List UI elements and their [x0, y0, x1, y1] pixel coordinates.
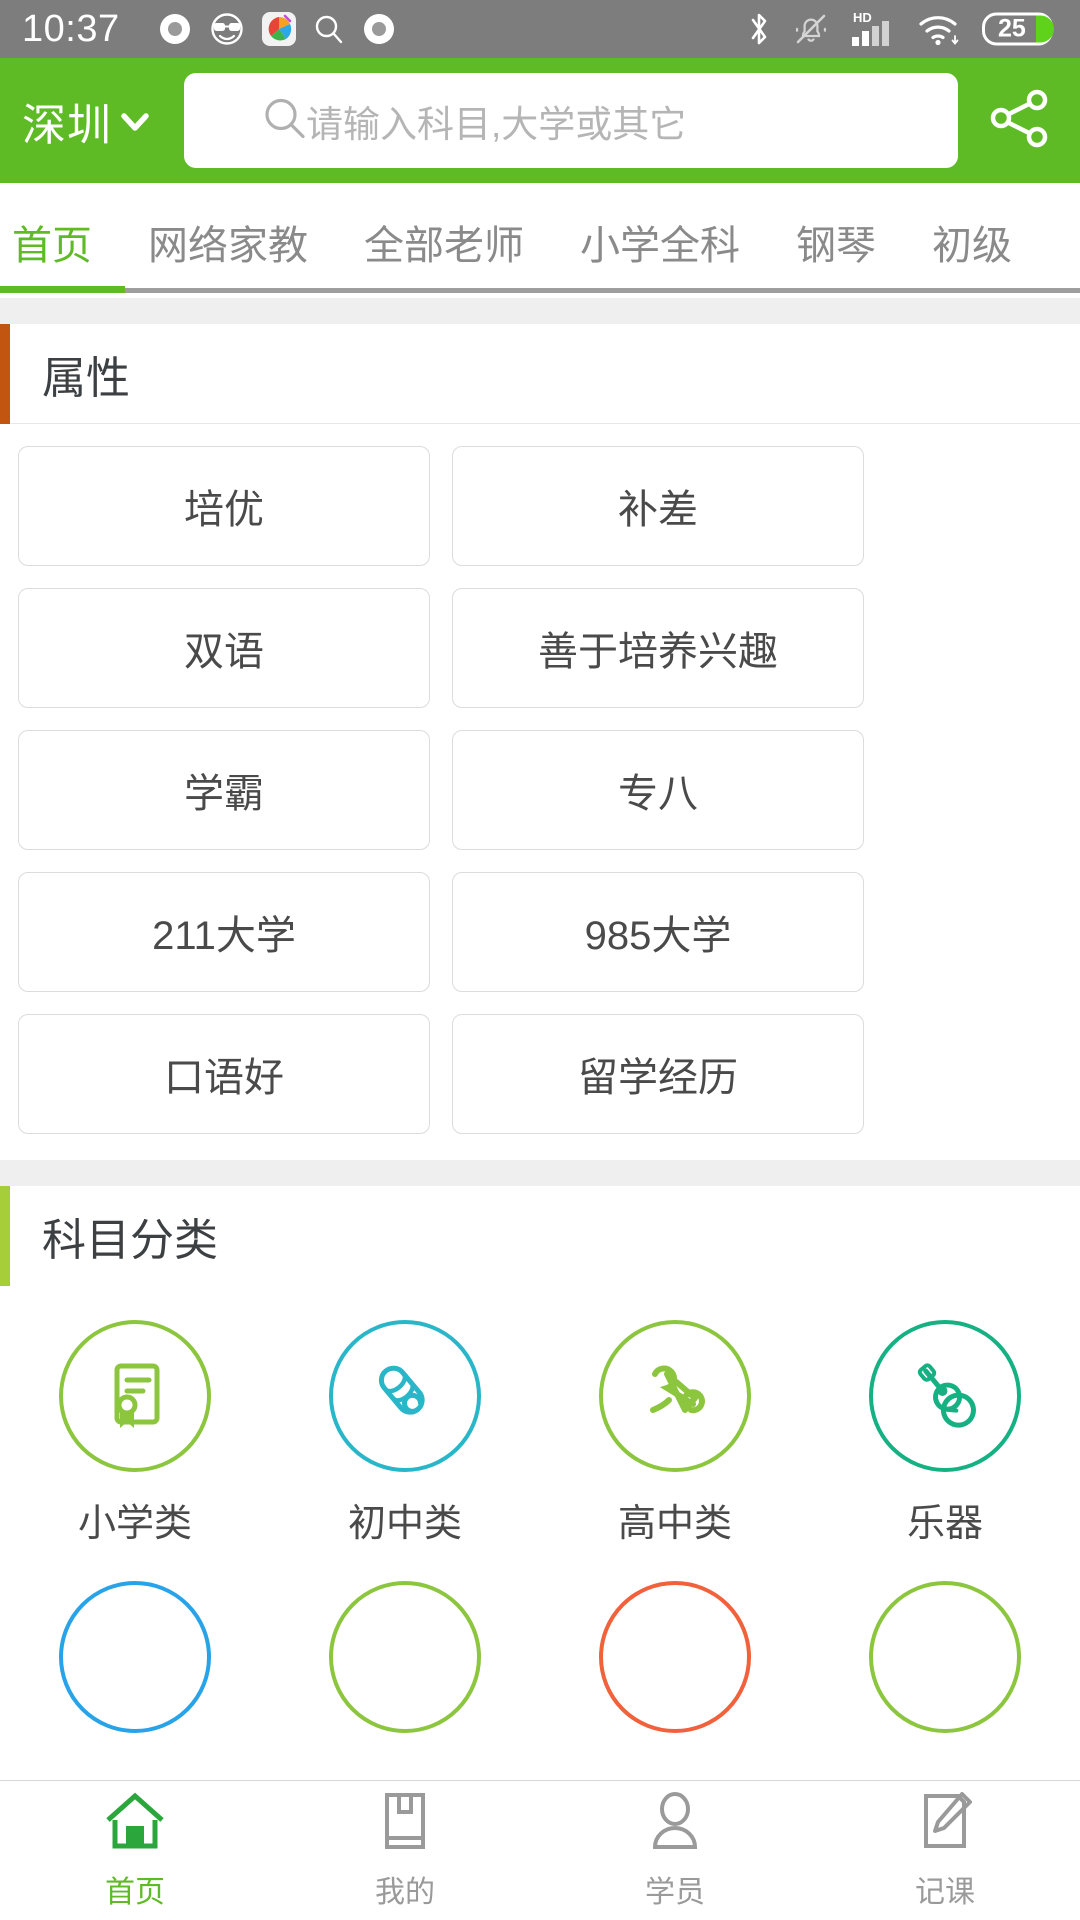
search-icon — [262, 95, 308, 146]
nav-item-mine[interactable]: 我的 — [270, 1790, 540, 1911]
status-bar-notification-icons — [158, 12, 396, 46]
category-icon-ring — [329, 1320, 481, 1472]
category-item-row2-1[interactable] — [0, 1581, 270, 1733]
mute-bell-icon — [792, 10, 830, 48]
category-icon-ring — [869, 1581, 1021, 1733]
battery-level-label: 25 — [998, 14, 1026, 43]
tab-all-teachers[interactable]: 全部老师 — [364, 213, 524, 293]
category-label: 初中类 — [347, 1503, 462, 1545]
app-root: 10:37 HD 25 深圳 请输入科目,大学或其它 首页 网络家教 全部老师 … — [0, 0, 1080, 1920]
book-icon — [375, 1790, 435, 1857]
status-bar-left: 10:37 — [22, 10, 396, 48]
section-divider — [0, 298, 1080, 324]
app-header: 深圳 请输入科目,大学或其它 — [0, 58, 1080, 183]
subject-category-grid[interactable]: 小学类 初中类 高中类 乐器 — [0, 1286, 1080, 1767]
category-label: 高中类 — [617, 1503, 732, 1545]
section-header-subject-categories: 科目分类 — [0, 1186, 1080, 1286]
section-title-attributes: 属性 — [42, 353, 130, 403]
attribute-chip[interactable]: 专八 — [452, 730, 864, 850]
city-selector[interactable]: 深圳 — [22, 89, 156, 153]
attribute-chip[interactable]: 211大学 — [18, 872, 430, 992]
attribute-chip[interactable]: 学霸 — [18, 730, 430, 850]
category-item-junior[interactable]: 初中类 — [270, 1320, 540, 1547]
attribute-chip-grid[interactable]: 培优 补差 双语 善于培养兴趣 学霸 专八 211大学 985大学 口语好 留学… — [0, 424, 1080, 1160]
sunglasses-face-icon — [209, 12, 245, 46]
search-input[interactable]: 请输入科目,大学或其它 — [306, 94, 686, 148]
search-icon — [313, 13, 345, 45]
tab-primary-all-subjects[interactable]: 小学全科 — [580, 213, 740, 293]
nav-label-record-class: 记课 — [915, 1876, 975, 1909]
bluetooth-icon — [746, 10, 772, 48]
category-label: 乐器 — [906, 1503, 983, 1545]
category-icon-ring — [329, 1581, 481, 1733]
section-header-attributes: 属性 — [0, 324, 1080, 424]
tab-beginner[interactable]: 初级 — [932, 213, 1012, 293]
status-bar: 10:37 HD 25 — [0, 0, 1080, 58]
chevron-down-icon — [114, 100, 156, 142]
category-icon-ring — [869, 1320, 1021, 1472]
graduation-scroll-icon — [633, 1352, 717, 1441]
nav-label-students: 学员 — [645, 1876, 705, 1909]
tab-online-tutoring[interactable]: 网络家教 — [148, 213, 308, 293]
category-item-row2-3[interactable] — [540, 1581, 810, 1733]
home-icon — [102, 1790, 168, 1857]
tab-home[interactable]: 首页 — [12, 213, 92, 293]
attribute-chip[interactable]: 口语好 — [18, 1014, 430, 1134]
note-pencil-icon — [914, 1790, 976, 1857]
city-label: 深圳 — [22, 100, 112, 150]
nav-label-home: 首页 — [105, 1876, 165, 1909]
section-accent-bar — [0, 324, 10, 424]
attribute-chip[interactable]: 985大学 — [452, 872, 864, 992]
section-divider — [0, 1160, 1080, 1186]
category-icon-ring — [599, 1320, 751, 1472]
section-title-subject-categories: 科目分类 — [42, 1216, 218, 1265]
attribute-chip[interactable]: 补差 — [452, 446, 864, 566]
tabbar-active-indicator — [0, 286, 125, 293]
section-accent-bar — [0, 1186, 10, 1286]
status-bar-clock: 10:37 — [22, 8, 120, 50]
scroll-rolled-icon — [363, 1352, 447, 1441]
guitar-icon — [903, 1352, 987, 1441]
category-item-instrument[interactable]: 乐器 — [810, 1320, 1080, 1547]
bottom-navigation-bar[interactable]: 首页 我的 学员 记课 — [0, 1780, 1080, 1920]
category-item-row2-2[interactable] — [270, 1581, 540, 1733]
tab-piano[interactable]: 钢琴 — [796, 213, 876, 293]
category-item-primary[interactable]: 小学类 — [0, 1320, 270, 1547]
main-scroll-content[interactable]: 属性 培优 补差 双语 善于培养兴趣 学霸 专八 211大学 985大学 口语好… — [0, 298, 1080, 1780]
wifi-icon — [918, 10, 962, 48]
category-icon-ring — [59, 1581, 211, 1733]
battery-indicator: 25 — [982, 9, 1058, 49]
attribute-chip[interactable]: 留学经历 — [452, 1014, 864, 1134]
nav-label-mine: 我的 — [375, 1876, 435, 1909]
status-bar-right: HD 25 — [746, 9, 1058, 49]
category-label: 小学类 — [77, 1503, 192, 1545]
share-button[interactable] — [980, 82, 1058, 159]
circle-record-icon — [362, 12, 396, 46]
colorful-app-icon — [261, 12, 296, 46]
attribute-chip[interactable]: 培优 — [18, 446, 430, 566]
category-item-row2-4[interactable] — [810, 1581, 1080, 1733]
category-item-senior[interactable]: 高中类 — [540, 1320, 810, 1547]
tabbar-baseline — [0, 288, 1080, 293]
search-bar[interactable]: 请输入科目,大学或其它 — [184, 73, 958, 168]
nav-item-students[interactable]: 学员 — [540, 1790, 810, 1911]
diploma-certificate-icon — [93, 1352, 177, 1441]
share-icon — [983, 82, 1055, 159]
attribute-chip[interactable]: 双语 — [18, 588, 430, 708]
category-icon-ring — [59, 1320, 211, 1472]
attribute-chip[interactable]: 善于培养兴趣 — [452, 588, 864, 708]
nav-item-home[interactable]: 首页 — [0, 1790, 270, 1911]
hd-signal-icon: HD — [850, 9, 898, 49]
category-tabbar[interactable]: 首页 网络家教 全部老师 小学全科 钢琴 初级 — [0, 183, 1080, 298]
tab-list[interactable]: 首页 网络家教 全部老师 小学全科 钢琴 初级 — [0, 183, 1080, 293]
category-icon-ring — [599, 1581, 751, 1733]
nav-item-record-class[interactable]: 记课 — [810, 1790, 1080, 1911]
circle-record-icon — [158, 12, 192, 46]
person-icon — [645, 1790, 705, 1857]
svg-text:HD: HD — [853, 10, 872, 25]
